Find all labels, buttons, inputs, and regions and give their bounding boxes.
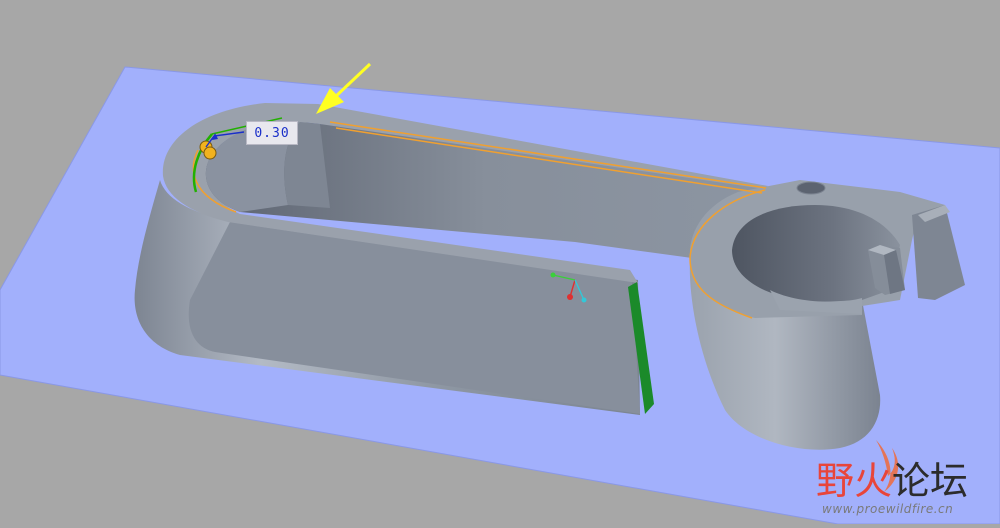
- watermark-title-part1: 野火: [816, 459, 893, 503]
- watermark-title: 野火论坛: [816, 458, 968, 504]
- watermark: 野火论坛 www.proewildfire.cn: [808, 458, 996, 520]
- watermark-title-part2: 论坛: [892, 459, 969, 503]
- watermark-url: www.proewildfire.cn: [822, 502, 954, 516]
- bolt-hole[interactable]: [796, 181, 826, 195]
- dimension-value-label[interactable]: 0.30: [246, 121, 298, 145]
- graphics-viewport[interactable]: [0, 0, 1000, 525]
